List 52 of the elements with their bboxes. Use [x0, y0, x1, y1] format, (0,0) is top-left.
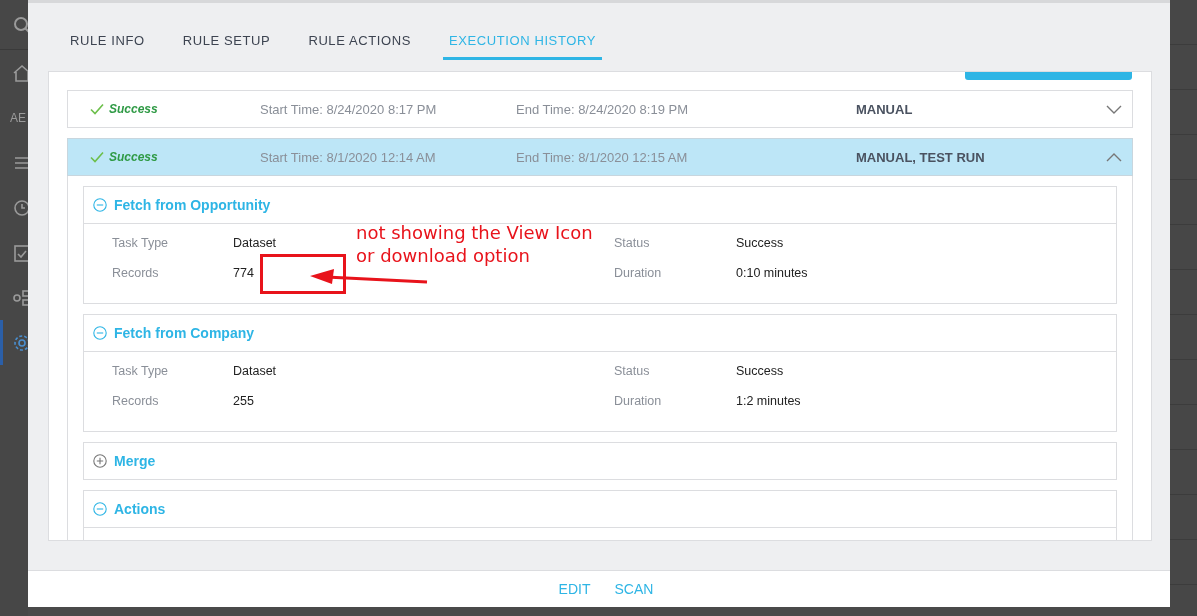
field-label: Records [112, 266, 159, 280]
clipboard-icon [12, 242, 28, 263]
task-title[interactable]: Fetch from Opportunity [114, 197, 271, 213]
tab[interactable]: RULE SETUP [182, 31, 271, 60]
home-icon [12, 62, 28, 83]
field-value: Success [736, 236, 784, 250]
search-icon [12, 14, 28, 35]
field-label: Duration [614, 266, 662, 280]
run-row[interactable]: Success Start Time: 8/24/2020 8:17 PM End Time: 8/24/2020 8:19 PM MANUAL [67, 90, 1133, 128]
field-value: Success [736, 364, 784, 378]
field-value: Dataset [233, 236, 277, 250]
minus-circle-icon[interactable] [93, 502, 107, 516]
footer-button[interactable]: EDIT [558, 579, 591, 599]
sidebar-label: AE [10, 110, 26, 125]
field-label: Duration [614, 394, 662, 408]
check-icon [90, 151, 104, 163]
field-label: Status [614, 364, 650, 378]
clock-icon [12, 197, 28, 218]
start-time: Start Time: 8/1/2020 12:14 AM [260, 149, 437, 165]
task-title[interactable]: Fetch from Company [114, 325, 254, 341]
annotation-text: not showing the View Icon or download option [356, 221, 593, 267]
status-label: Success [109, 150, 158, 164]
gear-icon [12, 332, 28, 353]
footer-button[interactable]: SCAN [614, 579, 654, 599]
tab[interactable]: EXECUTION HISTORY [442, 31, 602, 60]
task-title[interactable]: Merge [114, 453, 156, 469]
trigger-type: MANUAL, TEST RUN [856, 149, 986, 165]
field-value: 0:10 minutes [736, 266, 808, 280]
field-label: Task Type [112, 236, 169, 250]
field-value: 774 [233, 266, 254, 280]
plus-circle-icon[interactable] [93, 454, 107, 468]
field-label: Records [112, 394, 159, 408]
chevron-down-icon[interactable] [1106, 104, 1122, 114]
minus-circle-icon[interactable] [93, 326, 107, 340]
field-value: 1:2 minutes [736, 394, 801, 408]
start-time: Start Time: 8/24/2020 8:17 PM [260, 101, 438, 117]
chevron-up-icon[interactable] [1106, 152, 1122, 162]
status-label: Success [109, 102, 158, 116]
tab[interactable]: RULE INFO [70, 31, 145, 60]
task-title[interactable]: Actions [114, 501, 166, 517]
minus-circle-icon[interactable] [93, 198, 107, 212]
run-row[interactable]: Success Start Time: 8/1/2020 12:14 AM End Time: 8/1/2020 12:15 AM MANUAL, TEST RUN [67, 138, 1133, 176]
flow-icon [12, 287, 28, 308]
field-label: Status [614, 236, 650, 250]
check-icon [90, 103, 104, 115]
tab[interactable]: RULE ACTIONS [308, 31, 411, 60]
trigger-type: MANUAL [856, 101, 914, 117]
end-time: End Time: 8/1/2020 12:15 AM [516, 149, 689, 165]
end-time: End Time: 8/24/2020 8:19 PM [516, 101, 689, 117]
field-value: Dataset [233, 364, 277, 378]
field-label: Task Type [112, 364, 169, 378]
field-value: 255 [233, 394, 254, 408]
